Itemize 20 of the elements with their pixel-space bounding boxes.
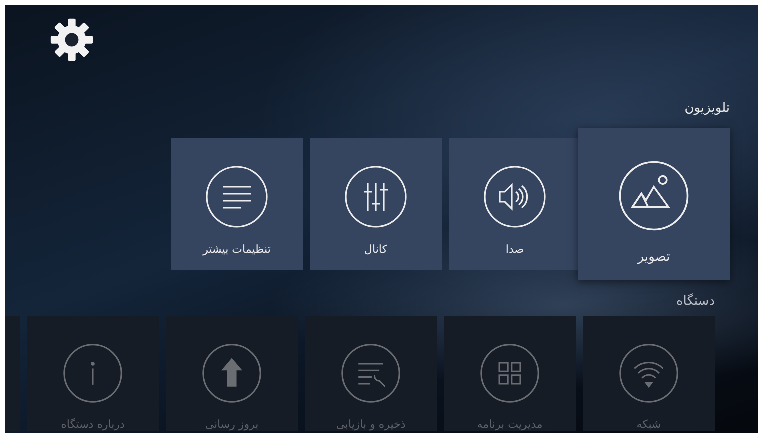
- grid-icon: [478, 343, 542, 404]
- speaker-icon: [483, 165, 547, 229]
- info-icon: [61, 343, 125, 404]
- menu-tile[interactable]: تنظیمات بیشتر: [171, 138, 303, 270]
- picture-icon: [618, 160, 690, 232]
- section-title: تلویزیون: [684, 100, 730, 118]
- menu-tile[interactable]: کانال: [310, 138, 442, 270]
- menu-tile[interactable]: تصویر: [578, 128, 730, 280]
- settings-icon[interactable]: [49, 17, 95, 63]
- menu-tile[interactable]: درباره دستگاه: [27, 316, 159, 431]
- menu-tile[interactable]: مدیریت برنامه: [444, 316, 576, 431]
- menu-tile[interactable]: صدا: [449, 138, 581, 270]
- document-wrench-icon: [339, 343, 403, 404]
- wifi-icon: [617, 343, 681, 404]
- menu-tile[interactable]: بروز رسانی: [166, 316, 298, 431]
- section-title: دستگاه: [676, 292, 715, 311]
- menu-tile[interactable]: شبکه: [583, 316, 715, 431]
- menu-icon: [205, 165, 269, 229]
- menu-tile[interactable]: ذخیره و بازیابی: [305, 316, 437, 431]
- sliders-icon: [344, 165, 408, 229]
